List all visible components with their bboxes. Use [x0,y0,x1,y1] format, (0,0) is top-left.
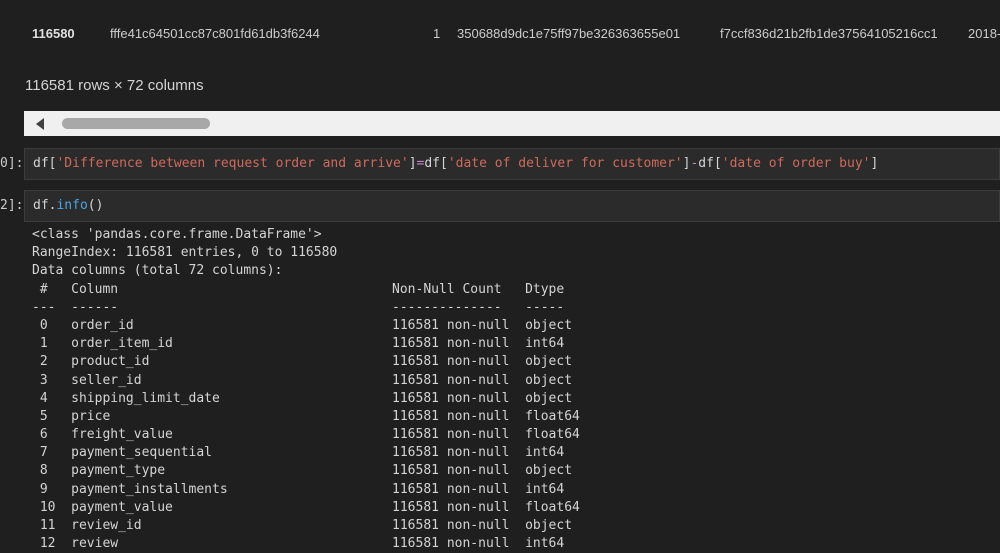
code-token: df[ [698,156,722,171]
code-token: ] [408,156,417,171]
output-line: 6 freight_value 116581 non-null float64 [32,427,580,443]
output-line: Data columns (total 72 columns): [32,263,283,279]
output-line: 7 payment_sequential 116581 non-null int… [32,445,580,461]
output-line: 10 payment_value 116581 non-null float64 [32,499,580,515]
cell-prompt: 0]: [0,156,24,171]
scrollbar-thumb[interactable] [62,118,210,129]
output-line: 1 order_item_id 116581 non-null int64 [32,336,580,352]
output-line: 3 seller_id 116581 non-null object [32,372,580,388]
code-token: 'date of deliver for customer' [447,156,683,171]
output-line: 9 payment_installments 116581 non-null i… [32,481,580,497]
code-token: df[ [424,156,448,171]
output-line: 2 product_id 116581 non-null object [32,354,580,370]
dataframe-shape: 116581 rows × 72 columns [25,77,204,94]
output-line: 12 review 116581 non-null int64 [32,536,580,552]
horizontal-scrollbar[interactable] [24,111,1000,136]
code-token: df. [33,198,57,213]
row-index: 116580 [32,26,75,41]
output-line: 8 payment_type 116581 non-null object [32,463,580,479]
table-cell: 2018- [968,26,1000,41]
code-token: 'date of order buy' [721,156,871,171]
code-editor[interactable]: df['Difference between request order and… [33,156,878,171]
table-cell: 1 [433,26,441,41]
output-line: 5 price 116581 non-null float64 [32,408,580,424]
table-cell: 350688d9dc1e75ff97be326363655e01 [457,26,681,41]
scroll-left-arrow-icon[interactable] [36,118,44,130]
code-token: df[ [33,156,57,171]
output-line: --- ------ -------------- ----- [32,299,580,315]
code-token: 'Difference between request order and ar… [56,156,409,171]
output-line: # Column Non-Null Count Dtype [32,281,580,297]
cell-output: <class 'pandas.core.frame.DataFrame'> Ran… [32,226,580,553]
output-line: 0 order_id 116581 non-null object [32,317,580,333]
code-token: info [56,198,88,213]
output-line: 4 shipping_limit_date 116581 non-null ob… [32,390,580,406]
output-line: 11 review_id 116581 non-null object [32,518,580,533]
output-line: RangeIndex: 116581 entries, 0 to 116580 [32,245,338,261]
table-cell: f7ccf836d21b2fb1de37564105216cc1 [720,26,938,41]
code-cell[interactable]: df.info() [24,190,1000,222]
code-token: () [87,198,104,213]
cell-prompt: 2]: [0,198,24,213]
code-editor[interactable]: df.info() [33,198,103,213]
table-cell: fffe41c64501cc87c801fd61db3f6244 [110,26,320,41]
dataframe-row: 116580 fffe41c64501cc87c801fd61db3f6244 … [24,0,1000,62]
output-line: <class 'pandas.core.frame.DataFrame'> [32,227,322,242]
code-token: ] [870,156,879,171]
code-cell[interactable]: df['Difference between request order and… [24,148,1000,180]
